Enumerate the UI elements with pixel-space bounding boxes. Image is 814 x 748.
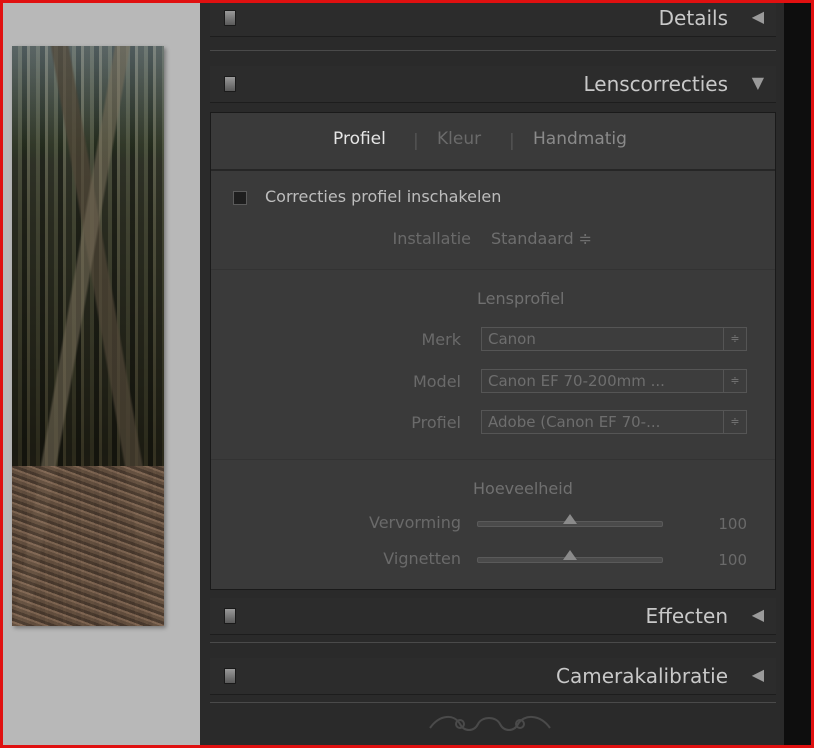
tab-manual[interactable]: Handmatig (533, 129, 627, 149)
profile-select-value: Adobe (Canon EF 70-... (488, 413, 661, 431)
tab-separator: | (509, 131, 515, 151)
section-header-effects[interactable]: Effecten ◀ (210, 598, 776, 635)
lens-tabs: Profiel | Kleur | Handmatig (211, 113, 775, 171)
divider (210, 642, 776, 643)
divider (210, 50, 776, 51)
stepper-icon: ≑ (723, 370, 746, 392)
section-toggle-switch[interactable] (224, 608, 236, 624)
section-toggle-switch[interactable] (224, 668, 236, 684)
section-title-lens-corrections: Lenscorrecties (583, 72, 728, 96)
divider (210, 702, 776, 703)
make-label: Merk (421, 330, 462, 349)
enable-profile-checkbox[interactable] (233, 191, 247, 205)
distortion-value[interactable]: 100 (707, 515, 747, 533)
make-select-value: Canon (488, 330, 536, 348)
model-select-value: Canon EF 70-200mm ... (488, 372, 665, 390)
section-header-details[interactable]: Details ◀ (210, 0, 776, 37)
distortion-slider-thumb[interactable] (563, 514, 577, 524)
amount-heading: Hoeveelheid (473, 479, 573, 498)
lens-corrections-panel: Profiel | Kleur | Handmatig Correcties p… (210, 112, 776, 590)
tree-photo[interactable] (12, 46, 164, 626)
setup-dropdown[interactable]: Standaard ≑ (491, 229, 592, 248)
panel-end-ornament-icon (429, 716, 551, 731)
setup-label: Installatie (392, 229, 471, 248)
lens-profile-heading: Lensprofiel (477, 289, 565, 308)
section-title-details: Details (658, 6, 728, 30)
develop-right-panel: Details ◀ Lenscorrecties ▼ Profiel | Kle… (200, 0, 784, 748)
vignetting-value[interactable]: 100 (707, 551, 747, 569)
stepper-icon: ≑ (723, 328, 746, 350)
divider (211, 269, 775, 270)
collapse-arrow-icon[interactable]: ◀ (752, 7, 764, 26)
section-header-camera-calibration[interactable]: Camerakalibratie ◀ (210, 658, 776, 695)
divider (211, 459, 775, 460)
tab-profile[interactable]: Profiel (333, 129, 386, 149)
make-select[interactable]: Canon ≑ (481, 327, 747, 351)
stepper-icon: ≑ (723, 411, 746, 433)
section-title-effects: Effecten (645, 604, 728, 628)
collapse-arrow-icon[interactable]: ◀ (752, 605, 764, 624)
section-toggle-switch[interactable] (224, 76, 236, 92)
right-filmstrip-edge (784, 0, 814, 748)
tab-color[interactable]: Kleur (437, 129, 481, 149)
section-header-lens-corrections[interactable]: Lenscorrecties ▼ (210, 66, 776, 103)
section-toggle-switch[interactable] (224, 10, 236, 26)
collapse-arrow-icon[interactable]: ◀ (752, 665, 764, 684)
section-title-camera-calibration: Camerakalibratie (556, 664, 728, 688)
photo-canvas (0, 0, 200, 748)
vignetting-label: Vignetten (383, 549, 461, 568)
vignetting-slider-thumb[interactable] (563, 550, 577, 560)
expand-arrow-icon[interactable]: ▼ (752, 73, 764, 92)
tab-separator: | (413, 131, 419, 151)
enable-profile-label[interactable]: Correcties profiel inschakelen (265, 187, 501, 206)
distortion-label: Vervorming (368, 513, 461, 532)
model-select[interactable]: Canon EF 70-200mm ... ≑ (481, 369, 747, 393)
profile-select[interactable]: Adobe (Canon EF 70-... ≑ (481, 410, 747, 434)
profile-label: Profiel (411, 413, 461, 432)
model-label: Model (412, 372, 461, 391)
